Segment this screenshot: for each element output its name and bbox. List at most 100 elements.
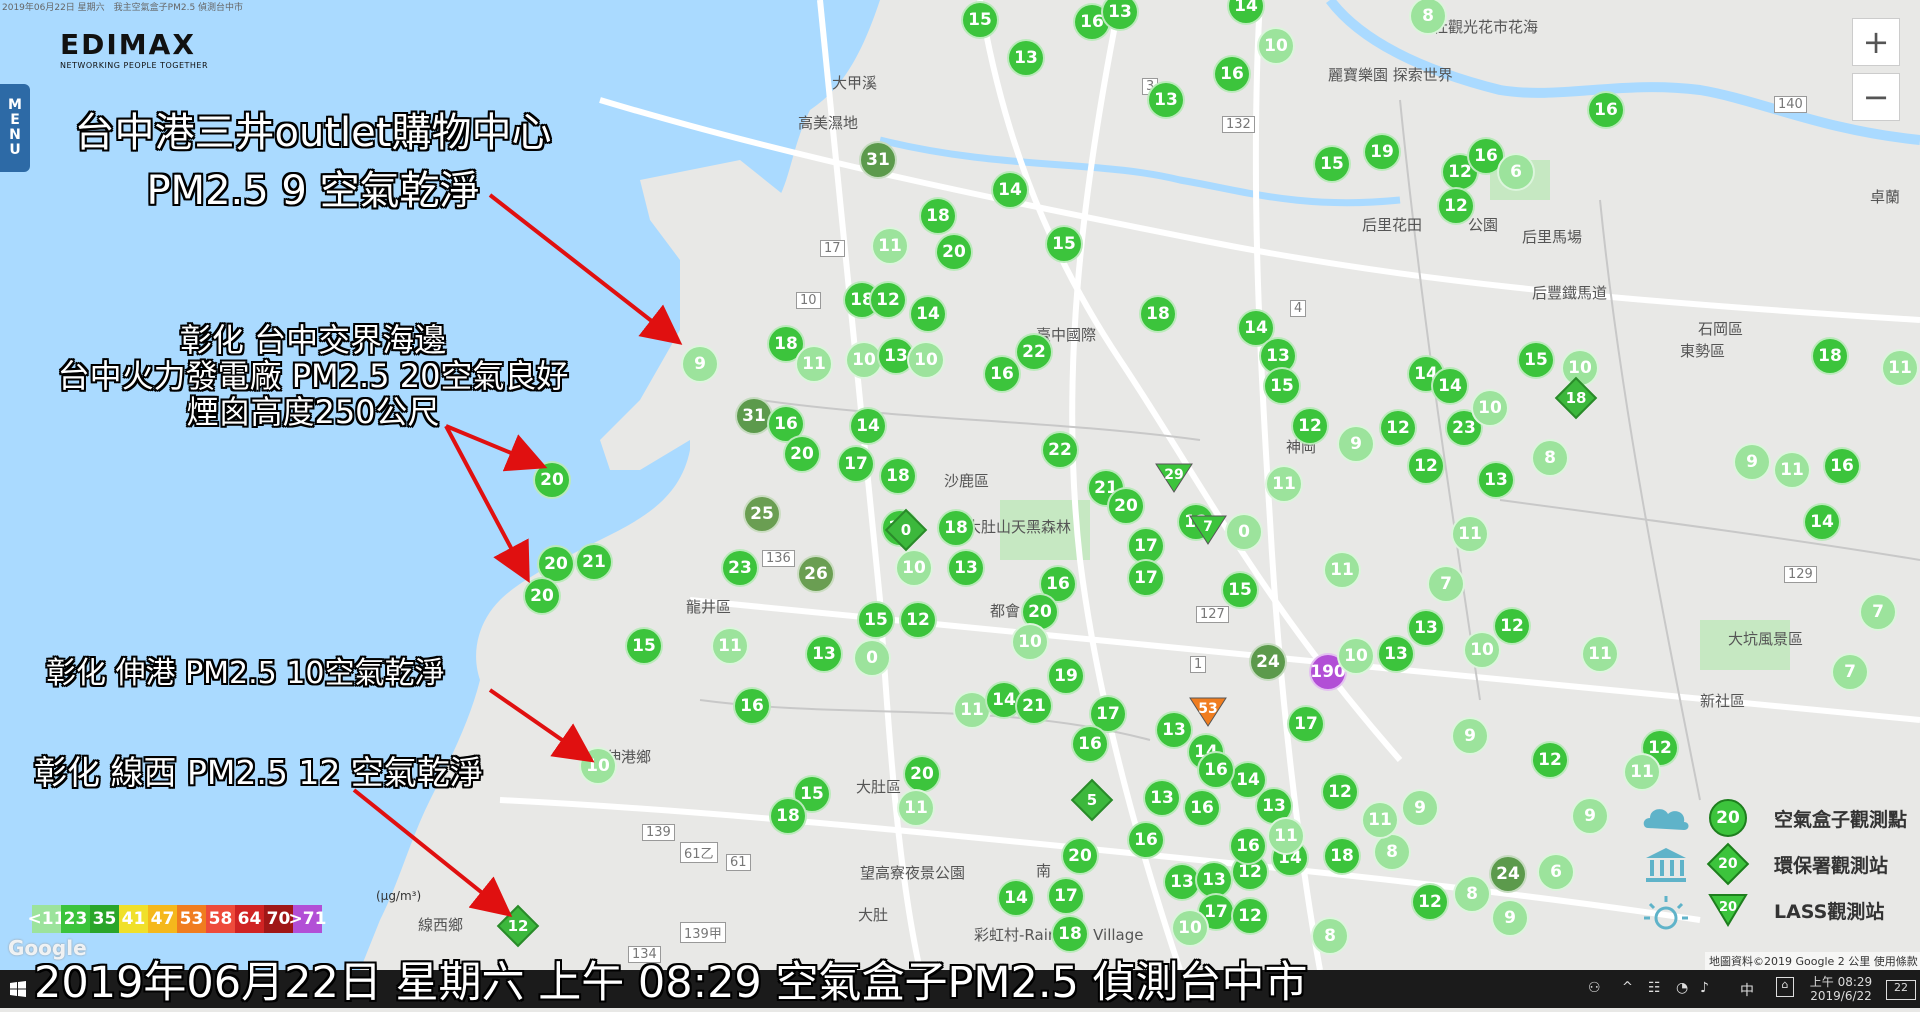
airbox-marker[interactable]: 17 <box>1127 559 1165 597</box>
airbox-marker[interactable]: 15 <box>1045 225 1083 263</box>
airbox-marker[interactable]: 11 <box>711 627 749 665</box>
airbox-marker[interactable]: 12 <box>1291 407 1329 445</box>
airbox-marker[interactable]: 17 <box>837 445 875 483</box>
airbox-marker[interactable]: 9 <box>1733 443 1771 481</box>
airbox-marker[interactable]: 14 <box>849 407 887 445</box>
airbox-marker[interactable]: 17 <box>1047 877 1085 915</box>
ime-indicator[interactable]: 中 <box>1740 980 1754 1000</box>
airbox-marker[interactable]: 13 <box>1377 635 1415 673</box>
airbox-marker[interactable]: 15 <box>625 627 663 665</box>
airbox-marker[interactable]: 13 <box>1007 39 1045 77</box>
airbox-marker[interactable]: 21 <box>575 543 613 581</box>
clock-date[interactable]: 2019/6/22 <box>1796 989 1886 1003</box>
airbox-marker[interactable]: 22 <box>1015 333 1053 371</box>
airbox-marker[interactable]: 16 <box>1183 789 1221 827</box>
windows-start-icon[interactable] <box>10 981 26 997</box>
airbox-marker[interactable]: 15 <box>857 601 895 639</box>
airbox-marker[interactable]: 19 <box>1047 657 1085 695</box>
airbox-marker[interactable]: 12 <box>1321 773 1359 811</box>
airbox-marker[interactable]: 0 <box>853 639 891 677</box>
airbox-marker[interactable]: 24 <box>1249 643 1287 681</box>
zoom-out-button[interactable]: − <box>1852 73 1900 121</box>
calendar-icon[interactable]: ⌂ <box>1776 977 1794 997</box>
wifi-icon[interactable]: ◔ <box>1676 980 1688 996</box>
airbox-marker[interactable]: 18 <box>1139 295 1177 333</box>
airbox-marker[interactable]: 13 <box>947 549 985 587</box>
airbox-marker[interactable]: 16 <box>1587 91 1625 129</box>
network-icon[interactable]: ☷ <box>1648 980 1661 996</box>
airbox-marker[interactable]: 18 <box>769 797 807 835</box>
airbox-marker[interactable]: 12 <box>1411 883 1449 921</box>
airbox-marker[interactable]: 21 <box>1015 687 1053 725</box>
airbox-marker[interactable]: 24 <box>1489 855 1527 893</box>
airbox-marker[interactable]: 12 <box>1531 741 1569 779</box>
airbox-marker[interactable]: 22 <box>1041 431 1079 469</box>
people-icon[interactable]: ⚇ <box>1588 980 1601 996</box>
airbox-marker[interactable]: 14 <box>1431 367 1469 405</box>
lass-station-marker[interactable]: 7 <box>1188 514 1228 546</box>
airbox-marker[interactable]: 8 <box>1453 875 1491 913</box>
airbox-marker[interactable]: 16 <box>1197 751 1235 789</box>
airbox-marker[interactable]: 16 <box>983 355 1021 393</box>
airbox-marker[interactable]: 23 <box>721 549 759 587</box>
airbox-marker[interactable]: 20 <box>523 577 561 615</box>
tray-chevron-icon[interactable]: ^ <box>1622 980 1633 995</box>
airbox-marker[interactable]: 20 <box>903 755 941 793</box>
airbox-marker[interactable]: 16 <box>1071 725 1109 763</box>
airbox-marker[interactable]: 15 <box>1263 367 1301 405</box>
airbox-marker[interactable]: 11 <box>1773 451 1811 489</box>
airbox-marker[interactable]: 11 <box>1323 551 1361 589</box>
airbox-marker[interactable]: 16 <box>733 687 771 725</box>
airbox-marker[interactable]: 7 <box>1427 565 1465 603</box>
airbox-marker[interactable]: 31 <box>859 141 897 179</box>
airbox-marker[interactable]: 8 <box>1531 439 1569 477</box>
airbox-marker[interactable]: 13 <box>1407 609 1445 647</box>
airbox-marker[interactable]: 7 <box>1859 593 1897 631</box>
airbox-marker[interactable]: 16 <box>1823 447 1861 485</box>
airbox-marker[interactable]: 10 <box>1171 909 1209 947</box>
airbox-marker[interactable]: 17 <box>1287 705 1325 743</box>
airbox-marker[interactable]: 14 <box>909 295 947 333</box>
airbox-marker[interactable]: 14 <box>1803 503 1841 541</box>
airbox-marker[interactable]: 6 <box>1497 153 1535 191</box>
airbox-marker[interactable]: 19 <box>1363 133 1401 171</box>
airbox-marker[interactable]: 12 <box>899 601 937 639</box>
airbox-marker[interactable]: 20 <box>935 233 973 271</box>
airbox-marker[interactable]: 12 <box>1379 409 1417 447</box>
airbox-marker[interactable]: 15 <box>961 1 999 39</box>
volume-icon[interactable]: ♪ <box>1700 980 1709 996</box>
airbox-marker[interactable]: 8 <box>1311 917 1349 955</box>
airbox-marker[interactable]: 16 <box>1127 821 1165 859</box>
airbox-marker[interactable]: 14 <box>997 879 1035 917</box>
airbox-marker[interactable]: 15 <box>1221 571 1259 609</box>
airbox-marker[interactable]: 18 <box>1323 837 1361 875</box>
airbox-marker[interactable]: 16 <box>1213 55 1251 93</box>
airbox-marker[interactable]: 10 <box>1011 623 1049 661</box>
airbox-marker[interactable]: 11 <box>871 227 909 265</box>
airbox-marker[interactable]: 18 <box>937 509 975 547</box>
airbox-marker[interactable]: 11 <box>1267 817 1305 855</box>
airbox-marker[interactable]: 20 <box>1107 487 1145 525</box>
airbox-marker[interactable]: 16 <box>1229 827 1267 865</box>
airbox-marker[interactable]: 9 <box>1491 899 1529 937</box>
airbox-marker[interactable]: 12 <box>869 281 907 319</box>
airbox-marker[interactable]: 12 <box>1231 897 1269 935</box>
menu-button[interactable]: MENU <box>0 84 30 172</box>
airbox-marker[interactable]: 11 <box>1265 465 1303 503</box>
airbox-marker[interactable]: 20 <box>1061 837 1099 875</box>
notification-badge[interactable]: 22 <box>1886 980 1916 1000</box>
airbox-marker[interactable]: 11 <box>1361 801 1399 839</box>
airbox-marker[interactable]: 13 <box>805 635 843 673</box>
airbox-marker[interactable]: 15 <box>1313 145 1351 183</box>
airbox-marker[interactable]: 12 <box>1437 187 1475 225</box>
airbox-marker[interactable]: 10 <box>1463 631 1501 669</box>
airbox-marker[interactable]: 11 <box>897 789 935 827</box>
airbox-marker[interactable]: 9 <box>1451 717 1489 755</box>
airbox-marker[interactable]: 11 <box>795 345 833 383</box>
clock-time[interactable]: 上午 08:29 <box>1796 973 1886 990</box>
airbox-marker[interactable]: 10 <box>907 341 945 379</box>
airbox-marker[interactable]: 9 <box>1337 425 1375 463</box>
airbox-marker[interactable]: 10 <box>1471 389 1509 427</box>
airbox-marker[interactable]: 18 <box>879 457 917 495</box>
airbox-marker[interactable]: 18 <box>919 197 957 235</box>
